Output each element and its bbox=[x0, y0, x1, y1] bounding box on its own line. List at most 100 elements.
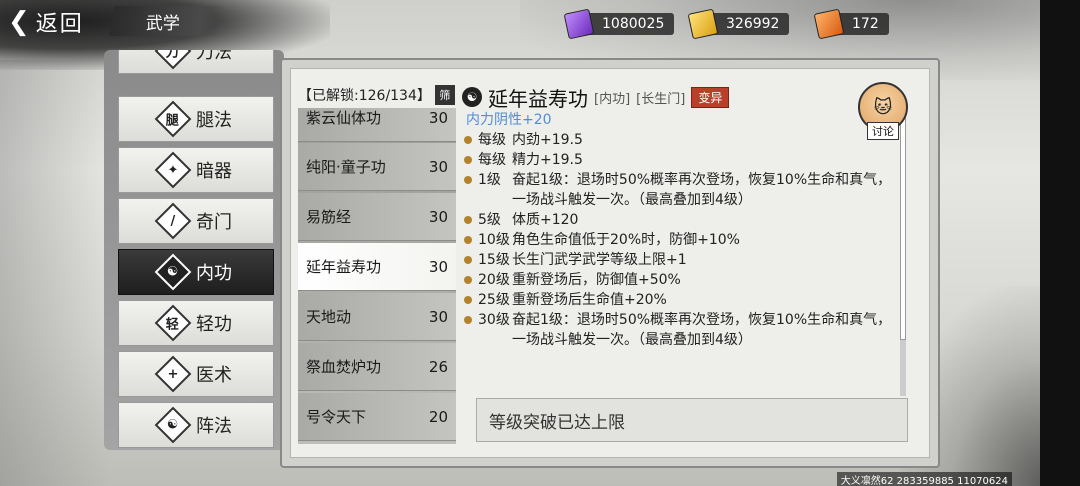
kick-icon: 腿 bbox=[154, 100, 192, 138]
discuss-label: 讨论 bbox=[867, 122, 899, 140]
bullet-dot-icon bbox=[464, 216, 472, 224]
category-label: 奇门 bbox=[196, 212, 232, 233]
category-label: 轻功 bbox=[196, 314, 232, 335]
skill-title: 延年益寿功 bbox=[488, 86, 588, 111]
skill-name: 紫云仙体功 bbox=[306, 109, 382, 127]
skill-row[interactable]: 易筋经 30 bbox=[298, 193, 456, 241]
detail-text: 精力+19.5 bbox=[512, 152, 583, 168]
currency-flame[interactable]: 172 bbox=[813, 8, 889, 40]
detail-text: 体质+120 bbox=[512, 212, 579, 228]
skill-name: 祭血焚炉功 bbox=[306, 358, 382, 376]
mutation-badge[interactable]: 变异 bbox=[691, 86, 730, 108]
skill-list[interactable]: 紫云仙体功 30 纯阳·童子功 30 易筋经 30 延年益寿功 30 天地动 3… bbox=[298, 108, 456, 444]
skill-level: 20 bbox=[428, 407, 448, 426]
skill-row[interactable]: 紫云仙体功 30 bbox=[298, 108, 456, 142]
detail-level: 每级 bbox=[478, 132, 506, 148]
category-label: 医术 bbox=[196, 365, 232, 386]
category-blade[interactable]: 刀 刀法 bbox=[118, 50, 274, 74]
category-label: 腿法 bbox=[196, 110, 232, 131]
discuss-button[interactable]: 🐱 讨论 bbox=[858, 82, 908, 140]
bullet-dot-icon bbox=[464, 276, 472, 284]
category-kick[interactable]: 腿 腿法 bbox=[118, 96, 274, 142]
skill-detail: ☯ 延年益寿功 [内功] [长生门] 变异 内力阴性+20 每级 内劲+19.5… bbox=[462, 84, 902, 390]
inner-art-icon: ☯ bbox=[154, 253, 192, 291]
detail-level: 30级 bbox=[478, 312, 510, 328]
category-label: 暗器 bbox=[196, 161, 232, 182]
detail-level: 20级 bbox=[478, 272, 510, 288]
skill-name: 延年益寿功 bbox=[306, 258, 382, 276]
breakthrough-status: 等级突破已达上限 bbox=[476, 398, 908, 442]
detail-text: 内力阴性+20 bbox=[466, 112, 552, 128]
category-inner-art[interactable]: ☯ 内功 bbox=[118, 249, 274, 295]
skill-title-row: ☯ 延年益寿功 [内功] [长生门] 变异 bbox=[462, 84, 902, 111]
medicine-icon: + bbox=[154, 355, 192, 393]
category-formation[interactable]: ☯ 阵法 bbox=[118, 402, 274, 448]
detail-text: 重新登场后生命值+20% bbox=[512, 292, 667, 308]
currency-purple[interactable]: 1080025 bbox=[563, 8, 675, 40]
cat-avatar-icon: 🐱 bbox=[873, 96, 893, 118]
bullet-dot-icon bbox=[464, 296, 472, 304]
skill-name: 纯阳·童子功 bbox=[306, 158, 386, 176]
bamboo-backdrop bbox=[0, 60, 110, 486]
yin-yang-icon: ☯ bbox=[462, 87, 482, 107]
bullet-dot-icon bbox=[464, 136, 472, 144]
detail-line: 每级 精力+19.5 bbox=[462, 150, 902, 170]
skill-level: 30 bbox=[428, 257, 448, 276]
section-title: 武学 bbox=[109, 6, 225, 36]
category-label: 阵法 bbox=[196, 416, 232, 437]
category-menu: 刀 刀法 腿 腿法 ✦ 暗器 / 奇门 ☯ 内功 轻 轻功 + 医术 ☯ 阵法 bbox=[104, 50, 284, 450]
unlock-label: 【已解锁:126/134】 bbox=[298, 88, 431, 104]
detail-line: 25级 重新登场后生命值+20% bbox=[462, 290, 902, 310]
skill-row-selected[interactable]: 延年益寿功 30 bbox=[298, 243, 456, 291]
detail-text: 长生门武学武学等级上限+1 bbox=[512, 252, 687, 268]
skill-row[interactable]: 号令天下 20 bbox=[298, 393, 456, 441]
detail-line: 30级 奋起1级：退场时50%概率再次登场，恢复10%生命和真气，一场战斗触发一… bbox=[462, 310, 902, 350]
filter-button[interactable]: 筛 bbox=[434, 85, 455, 105]
lightness-icon: 轻 bbox=[154, 304, 192, 342]
detail-level: 1级 bbox=[478, 172, 501, 188]
detail-line: 5级 体质+120 bbox=[462, 210, 902, 230]
shuriken-icon: ✦ bbox=[154, 151, 192, 189]
unlock-counter: 【已解锁:126/134】 筛 bbox=[298, 84, 456, 106]
skill-name: 号令天下 bbox=[306, 408, 367, 426]
detail-line: 1级 奋起1级：退场时50%概率再次登场，恢复10%生命和真气，一场战斗触发一次… bbox=[462, 170, 902, 210]
detail-level: 每级 bbox=[478, 152, 506, 168]
bullet-dot-icon bbox=[464, 236, 472, 244]
skill-row[interactable]: 天地动 30 bbox=[298, 293, 456, 341]
bullet-dot-icon bbox=[464, 256, 472, 264]
scrollbar-thumb[interactable] bbox=[900, 100, 906, 340]
chevron-left-icon: ❮ bbox=[8, 7, 30, 37]
category-strange[interactable]: / 奇门 bbox=[118, 198, 274, 244]
screen-edge bbox=[1040, 0, 1080, 486]
blade-icon: 刀 bbox=[154, 50, 192, 70]
skill-name: 易筋经 bbox=[306, 208, 352, 226]
detail-line: 20级 重新登场后，防御值+50% bbox=[462, 270, 902, 290]
detail-line: 15级 长生门武学武学等级上限+1 bbox=[462, 250, 902, 270]
skill-level: 30 bbox=[428, 157, 448, 176]
back-button[interactable]: ❮ 返回 bbox=[8, 6, 84, 38]
bullet-dot-icon bbox=[464, 316, 472, 324]
skill-level: 30 bbox=[428, 108, 448, 127]
category-medicine[interactable]: + 医术 bbox=[118, 351, 274, 397]
back-label: 返回 bbox=[35, 12, 84, 37]
formation-icon: ☯ bbox=[154, 406, 192, 444]
detail-text: 角色生命值低于20%时，防御+10% bbox=[512, 232, 740, 248]
skill-name: 天地动 bbox=[306, 308, 352, 326]
skill-level: 26 bbox=[428, 357, 448, 376]
detail-text: 奋起1级：退场时50%概率再次登场，恢复10%生命和真气，一场战斗触发一次。（最… bbox=[512, 312, 892, 348]
bullet-dot-icon bbox=[464, 176, 472, 184]
detail-text: 内劲+19.5 bbox=[512, 132, 583, 148]
detail-scrollbar[interactable] bbox=[900, 100, 906, 396]
detail-line: 内力阴性+20 bbox=[462, 110, 902, 130]
skill-sect-tag: [长生门] bbox=[636, 91, 686, 107]
detail-text: 奋起1级：退场时50%概率再次登场，恢复10%生命和真气，一场战斗触发一次。（最… bbox=[512, 172, 892, 208]
skill-row[interactable]: 纯阳·童子功 30 bbox=[298, 143, 456, 191]
category-lightness[interactable]: 轻 轻功 bbox=[118, 300, 274, 346]
currency-gold[interactable]: 326992 bbox=[687, 8, 790, 40]
skill-level: 30 bbox=[428, 307, 448, 326]
skill-row[interactable]: 祭血焚炉功 26 bbox=[298, 343, 456, 391]
status-text: 等级突破已达上限 bbox=[489, 412, 625, 433]
gold-ingot-icon bbox=[687, 8, 719, 40]
category-hidden-weapon[interactable]: ✦ 暗器 bbox=[118, 147, 274, 193]
detail-level: 10级 bbox=[478, 232, 510, 248]
